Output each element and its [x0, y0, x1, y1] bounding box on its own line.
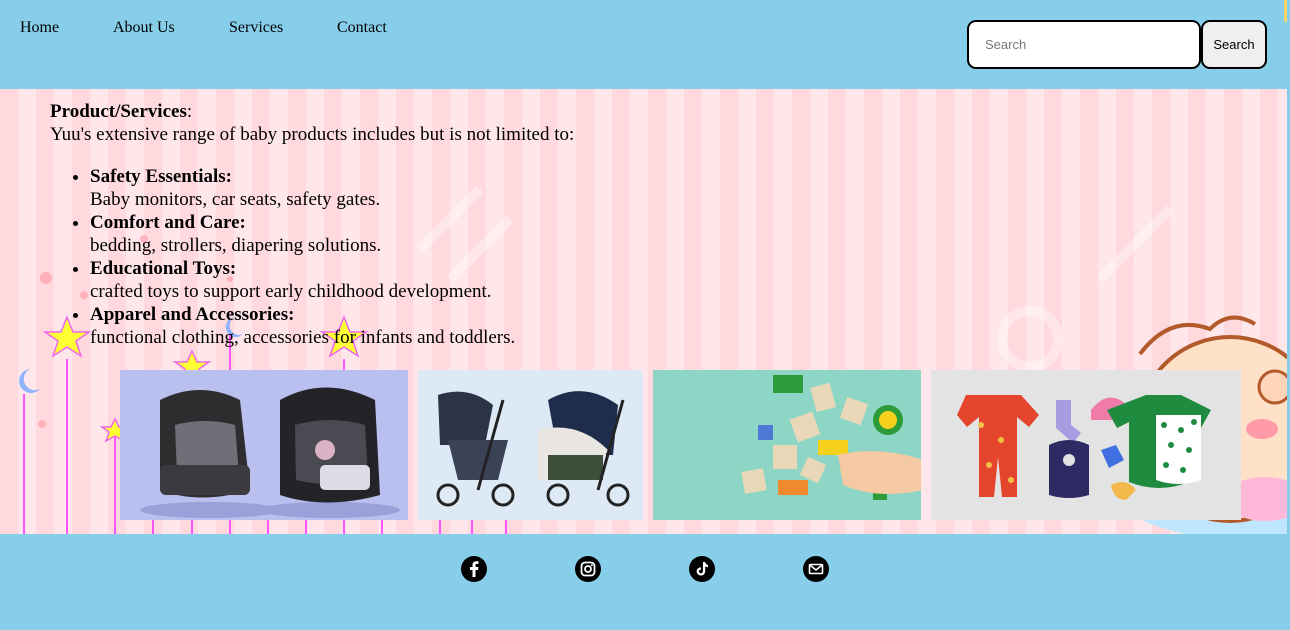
search-input[interactable]: [967, 20, 1201, 69]
site-footer: [0, 535, 1290, 630]
instagram-icon[interactable]: [575, 556, 601, 582]
list-item: Safety Essentials:Baby monitors, car sea…: [90, 165, 850, 211]
item-title: Comfort and Care:: [90, 212, 246, 233]
item-text: bedding, strollers, diapering solutions.: [90, 235, 382, 256]
facebook-icon[interactable]: [461, 556, 487, 582]
nav-contact[interactable]: Contact: [337, 19, 387, 37]
nav-home[interactable]: Home: [20, 19, 113, 37]
services-list: Safety Essentials:Baby monitors, car sea…: [50, 165, 850, 349]
services-section: Product/Services: Yuu's extensive range …: [50, 100, 850, 349]
baby-clothes-photo: [931, 370, 1241, 520]
search-form: Search: [967, 20, 1267, 69]
item-text: Baby monitors, car seats, safety gates.: [90, 189, 381, 210]
list-item: Educational Toys:crafted toys to support…: [90, 257, 850, 303]
item-text: crafted toys to support early childhood …: [90, 281, 492, 302]
services-intro: Yuu's extensive range of baby products i…: [50, 124, 575, 145]
toys-photo: [653, 370, 921, 520]
item-title: Safety Essentials:: [90, 166, 232, 187]
list-item: Apparel and Accessories:functional cloth…: [90, 303, 850, 349]
services-heading: Product/Services: [50, 101, 187, 122]
heading-colon: :: [186, 101, 193, 122]
nav-services[interactable]: Services: [229, 19, 337, 37]
search-button[interactable]: Search: [1201, 20, 1267, 69]
list-item: Comfort and Care:bedding, strollers, dia…: [90, 211, 850, 257]
email-icon[interactable]: [803, 556, 829, 582]
nav-about-us[interactable]: About Us: [113, 19, 229, 37]
site-header: Home About Us Services Contact Search: [0, 0, 1287, 89]
tiktok-icon[interactable]: [689, 556, 715, 582]
edge-decoration: [1284, 0, 1287, 22]
strollers-photo: [418, 370, 643, 520]
item-title: Educational Toys:: [90, 258, 237, 279]
item-text: functional clothing, accessories for inf…: [90, 327, 516, 348]
item-title: Apparel and Accessories:: [90, 304, 295, 325]
services-heading-line: Product/Services:: [50, 100, 850, 123]
main-nav: Home About Us Services Contact: [20, 19, 387, 37]
car-seats-photo: [120, 370, 408, 520]
product-gallery: [0, 370, 1287, 520]
main-content: Product/Services: Yuu's extensive range …: [0, 89, 1287, 534]
